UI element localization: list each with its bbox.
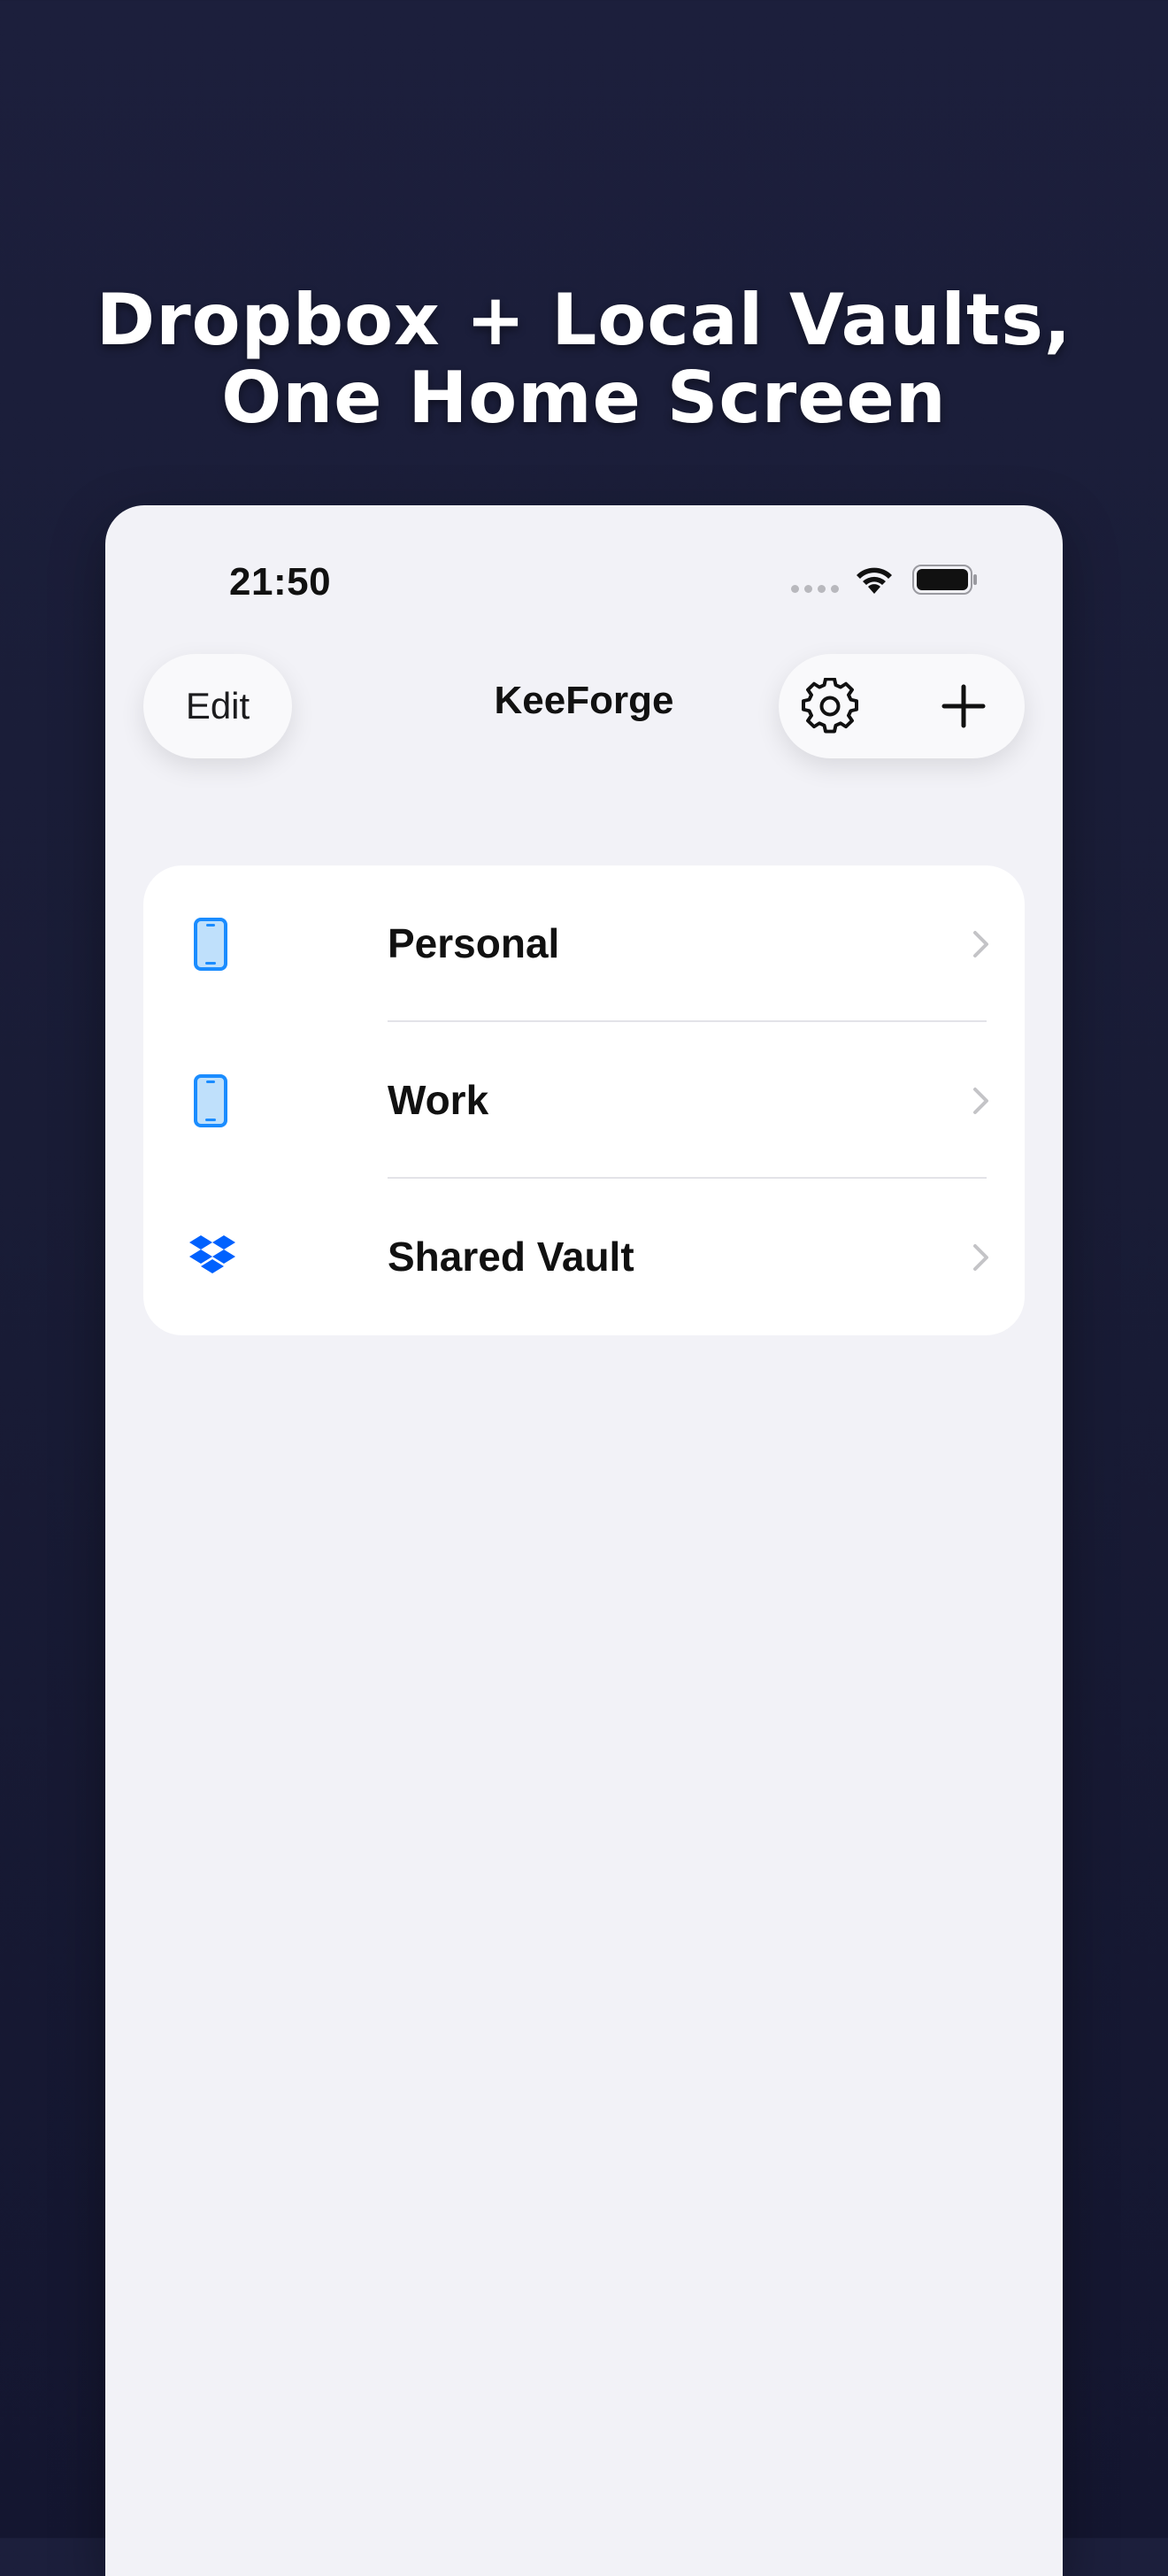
vault-name: Work xyxy=(388,1077,489,1123)
nav-actions-group xyxy=(779,654,1025,758)
vault-name: Personal xyxy=(388,920,560,966)
chevron-right-icon xyxy=(973,1088,988,1114)
phone-screen: 21:50 Edit KeeForge Personal Work Shared… xyxy=(105,505,1063,2576)
dropbox-icon xyxy=(189,1235,235,1273)
chevron-right-icon xyxy=(973,1244,988,1271)
vault-row-personal[interactable]: Personal xyxy=(143,865,1025,1022)
phone-icon xyxy=(194,918,227,971)
vault-row-work[interactable]: Work xyxy=(143,1022,1025,1179)
status-time: 21:50 xyxy=(229,560,332,604)
plus-icon[interactable] xyxy=(937,680,990,733)
gear-icon[interactable] xyxy=(802,678,858,734)
chevron-right-icon xyxy=(973,931,988,957)
vault-list: Personal Work Shared Vault xyxy=(143,865,1025,1335)
cellular-signal-icon xyxy=(791,585,839,593)
wifi-icon xyxy=(857,567,892,594)
vault-name: Shared Vault xyxy=(388,1234,634,1280)
headline-line-2: One Home Screen xyxy=(221,357,947,439)
marketing-headline: Dropbox + Local Vaults, One Home Screen xyxy=(0,281,1168,437)
vault-row-shared-vault[interactable]: Shared Vault xyxy=(143,1179,1025,1335)
phone-icon xyxy=(194,1074,227,1127)
battery-icon xyxy=(912,565,977,595)
headline-line-1: Dropbox + Local Vaults, xyxy=(96,279,1072,361)
